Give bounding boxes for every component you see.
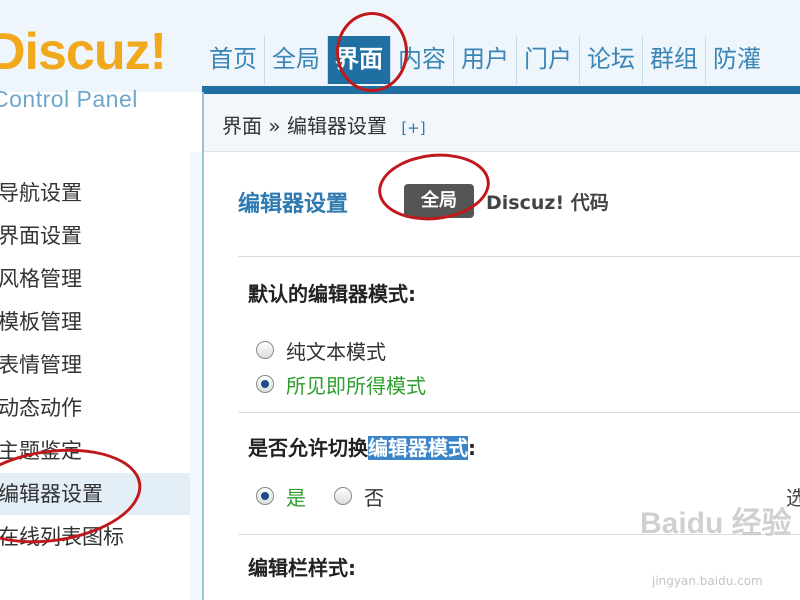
nav-item-users[interactable]: 用户: [454, 36, 517, 84]
option-plain-text[interactable]: 纯文本模式: [256, 336, 386, 364]
field-label-allow-switch-editor: 是否允许切换编辑器模式:: [248, 432, 476, 461]
nav-item-forum[interactable]: 论坛: [580, 36, 643, 84]
watermark-url: jingyan.baidu.com: [652, 574, 763, 588]
annotation-circle-nav: [336, 12, 408, 92]
page-title: 编辑器设置: [238, 192, 349, 217]
option-wysiwyg[interactable]: 所见即所得模式: [256, 370, 426, 398]
sidebar-edge: [190, 152, 202, 600]
field-label-toolbar-style: 编辑栏样式:: [248, 556, 356, 580]
sidebar-item-interface-settings[interactable]: 界面设置: [0, 215, 190, 257]
nav-item-global[interactable]: 全局: [265, 36, 328, 84]
logo: Discuz!: [0, 23, 167, 81]
logo-subtitle: Control Panel: [0, 86, 138, 112]
radio-yes[interactable]: [256, 487, 274, 505]
highlighted-text: 编辑器模式: [368, 436, 468, 460]
sidebar-item-style-manage[interactable]: 风格管理: [0, 258, 190, 300]
radio-plain-text[interactable]: [256, 341, 274, 359]
nav-underline-bar: [202, 86, 800, 94]
nav-item-antispam[interactable]: 防灌: [706, 36, 768, 84]
tab-discuz-code[interactable]: Discuz! 代码: [486, 188, 609, 215]
sidebar-item-emoticon-manage[interactable]: 表情管理: [0, 344, 190, 386]
nav-item-portal[interactable]: 门户: [517, 36, 580, 84]
section-divider: [238, 256, 800, 257]
breadcrumb-expand-button[interactable]: [+]: [401, 119, 425, 137]
breadcrumb-text: 界面 » 编辑器设置: [222, 114, 387, 138]
option-label: 是: [286, 485, 306, 510]
option-yes[interactable]: 是: [256, 482, 306, 510]
radio-no[interactable]: [334, 487, 352, 505]
field-label-default-editor-mode: 默认的编辑器模式:: [248, 282, 416, 306]
top-nav: 首页 全局 界面 内容 用户 门户 论坛 群组 防灌: [202, 36, 768, 84]
nav-item-home[interactable]: 首页: [202, 36, 265, 84]
sidebar-item-template-manage[interactable]: 模板管理: [0, 301, 190, 343]
option-label: 所见即所得模式: [286, 373, 426, 398]
sidebar-item-feed-actions[interactable]: 动态动作: [0, 387, 190, 429]
sidebar-item-nav-settings[interactable]: 导航设置: [0, 172, 190, 214]
option-no[interactable]: 否: [334, 482, 384, 510]
breadcrumb: 界面 » 编辑器设置 [+]: [204, 94, 800, 152]
section-divider: [238, 412, 800, 413]
label-text: 是否允许切换: [248, 436, 368, 460]
label-colon: :: [468, 436, 476, 460]
option-label: 否: [364, 485, 384, 510]
watermark: Baidu 经验: [640, 507, 792, 540]
nav-item-groups[interactable]: 群组: [643, 36, 706, 84]
option-label: 纯文本模式: [286, 339, 386, 364]
radio-wysiwyg[interactable]: [256, 375, 274, 393]
